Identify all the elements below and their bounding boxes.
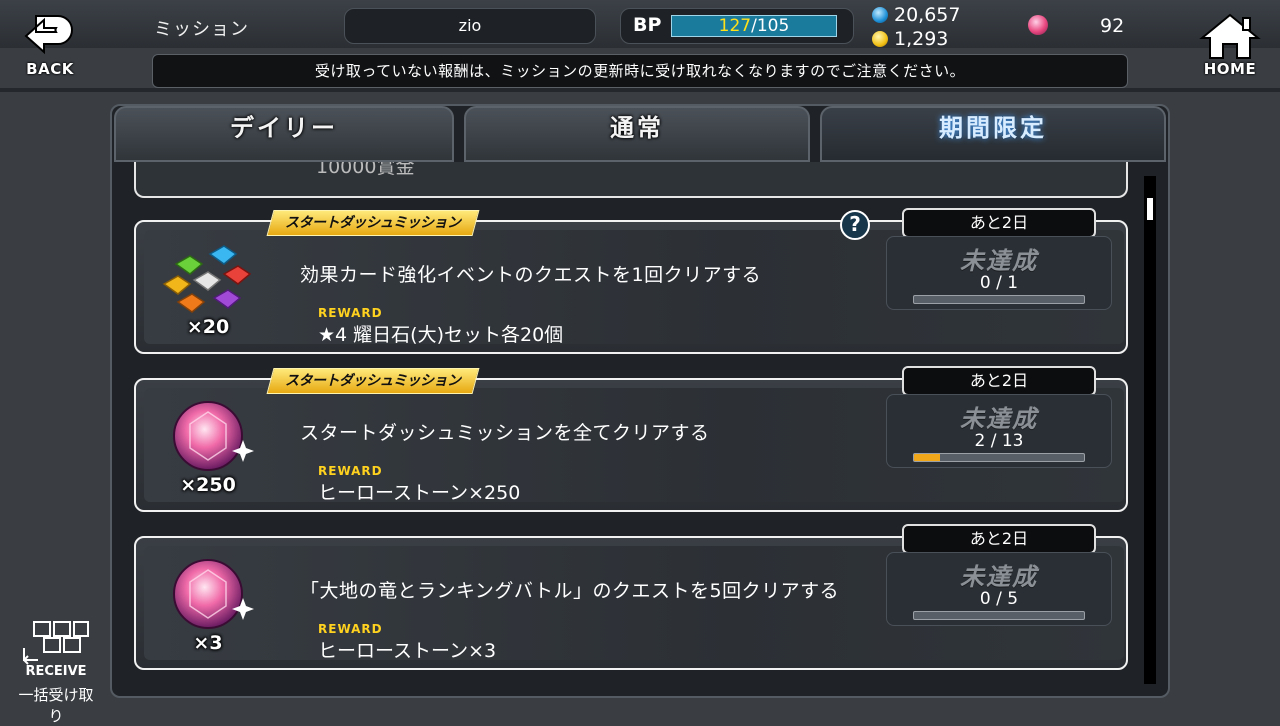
player-name: zio	[344, 8, 596, 44]
progress-text: 2 / 13	[974, 431, 1024, 451]
reward-name: 10000賞金	[316, 162, 415, 178]
header-divider	[0, 88, 1280, 92]
bulk-receive-button[interactable]: RECEIVE 一括受け取り	[12, 614, 100, 725]
mission-list[interactable]: 10000賞金 ×20 スタートダッシュミッション 効果カード強化イベントのクエ…	[124, 162, 1134, 682]
reward-multiplier: ×250	[180, 474, 236, 496]
reward-multiplier: ×3	[193, 632, 223, 654]
home-icon	[1199, 13, 1261, 59]
bp-bar: 127/105	[671, 15, 837, 37]
hero-stone-count: 92	[1100, 15, 1125, 37]
home-button[interactable]: HOME	[1194, 10, 1266, 80]
screen-title: ミッション	[154, 19, 249, 40]
reward-tag: REWARD	[318, 306, 383, 320]
status-box: 未達成 2 / 13	[886, 394, 1112, 468]
hero-stone-icon: ×250	[156, 392, 260, 496]
time-left: あと2日	[902, 524, 1096, 554]
status-label: 未達成	[960, 563, 1038, 591]
progress-bar	[913, 611, 1085, 620]
progress-text: 0 / 5	[979, 589, 1019, 609]
status-box: 未達成 0 / 1	[886, 236, 1112, 310]
notice-banner: 受け取っていない報酬は、ミッションの更新時に受け取れなくなりますのでご注意くださ…	[152, 54, 1128, 88]
hero-stone-icon	[1028, 15, 1048, 35]
mission-title: 効果カード強化イベントのクエストを1回クリアする	[300, 264, 762, 286]
mission-card[interactable]: ×250 スタートダッシュミッション スタートダッシュミッションを全てクリアする…	[134, 366, 1128, 512]
scrollbar[interactable]	[1144, 176, 1156, 684]
tab-limited-time[interactable]: 期間限定	[820, 106, 1166, 162]
back-label: BACK	[26, 60, 74, 78]
list-item: 10000賞金	[134, 162, 1128, 198]
help-icon[interactable]: ?	[840, 210, 870, 240]
mission-card[interactable]: ×20 スタートダッシュミッション 効果カード強化イベントのクエストを1回クリア…	[134, 208, 1128, 354]
reward-tag: REWARD	[318, 622, 383, 636]
reward-tag: REWARD	[318, 464, 383, 478]
time-left: あと2日	[902, 208, 1096, 238]
gem-count: 20,657	[894, 4, 961, 26]
gift-boxes-icon	[23, 621, 89, 665]
reward-multiplier: ×20	[186, 316, 230, 338]
mission-title: 「大地の竜とランキングバトル」のクエストを5回クリアする	[300, 580, 840, 602]
mission-card[interactable]: ×3 「大地の竜とランキングバトル」のクエストを5回クリアする REWARD ヒ…	[134, 524, 1128, 670]
back-button[interactable]: BACK	[14, 10, 86, 80]
gem-icon	[872, 7, 888, 23]
gem-icon	[173, 401, 254, 471]
progress-bar	[913, 453, 1085, 462]
receive-label: RECEIVE	[25, 664, 87, 679]
reward-name: ヒーローストーン×3	[318, 640, 497, 662]
bp-value: 127/105	[718, 16, 790, 36]
bp-meter: BP 127/105	[620, 8, 854, 44]
start-dash-badge: スタートダッシュミッション	[266, 368, 479, 394]
reward-name: ヒーローストーン×250	[318, 482, 521, 504]
gem-icon	[173, 559, 254, 629]
home-label: HOME	[1203, 60, 1257, 78]
status-box: 未達成 0 / 5	[886, 552, 1112, 626]
status-label: 未達成	[960, 405, 1038, 433]
bp-label: BP	[633, 14, 662, 36]
status-label: 未達成	[960, 247, 1038, 275]
back-arrow-icon	[24, 15, 73, 55]
stone-cluster-icon	[162, 245, 252, 313]
tab-normal[interactable]: 通常	[464, 106, 810, 162]
tab-daily[interactable]: デイリー	[114, 106, 454, 162]
scroll-thumb[interactable]	[1147, 198, 1153, 220]
start-dash-badge: スタートダッシュミッション	[266, 210, 479, 236]
gem-counter: 20,657	[872, 4, 960, 26]
mission-title: スタートダッシュミッションを全てクリアする	[300, 422, 710, 444]
progress-text: 0 / 1	[979, 273, 1019, 293]
reward-name: ★4 耀日石(大)セット各20個	[318, 324, 564, 346]
coin-counter: 1,293	[872, 28, 948, 50]
hero-stone-icon: ×3	[156, 550, 260, 654]
progress-bar	[913, 295, 1085, 304]
elemental-stones-icon: ×20	[156, 234, 260, 338]
coin-count: 1,293	[894, 28, 949, 50]
time-left: あと2日	[902, 366, 1096, 396]
coin-icon	[872, 31, 888, 47]
